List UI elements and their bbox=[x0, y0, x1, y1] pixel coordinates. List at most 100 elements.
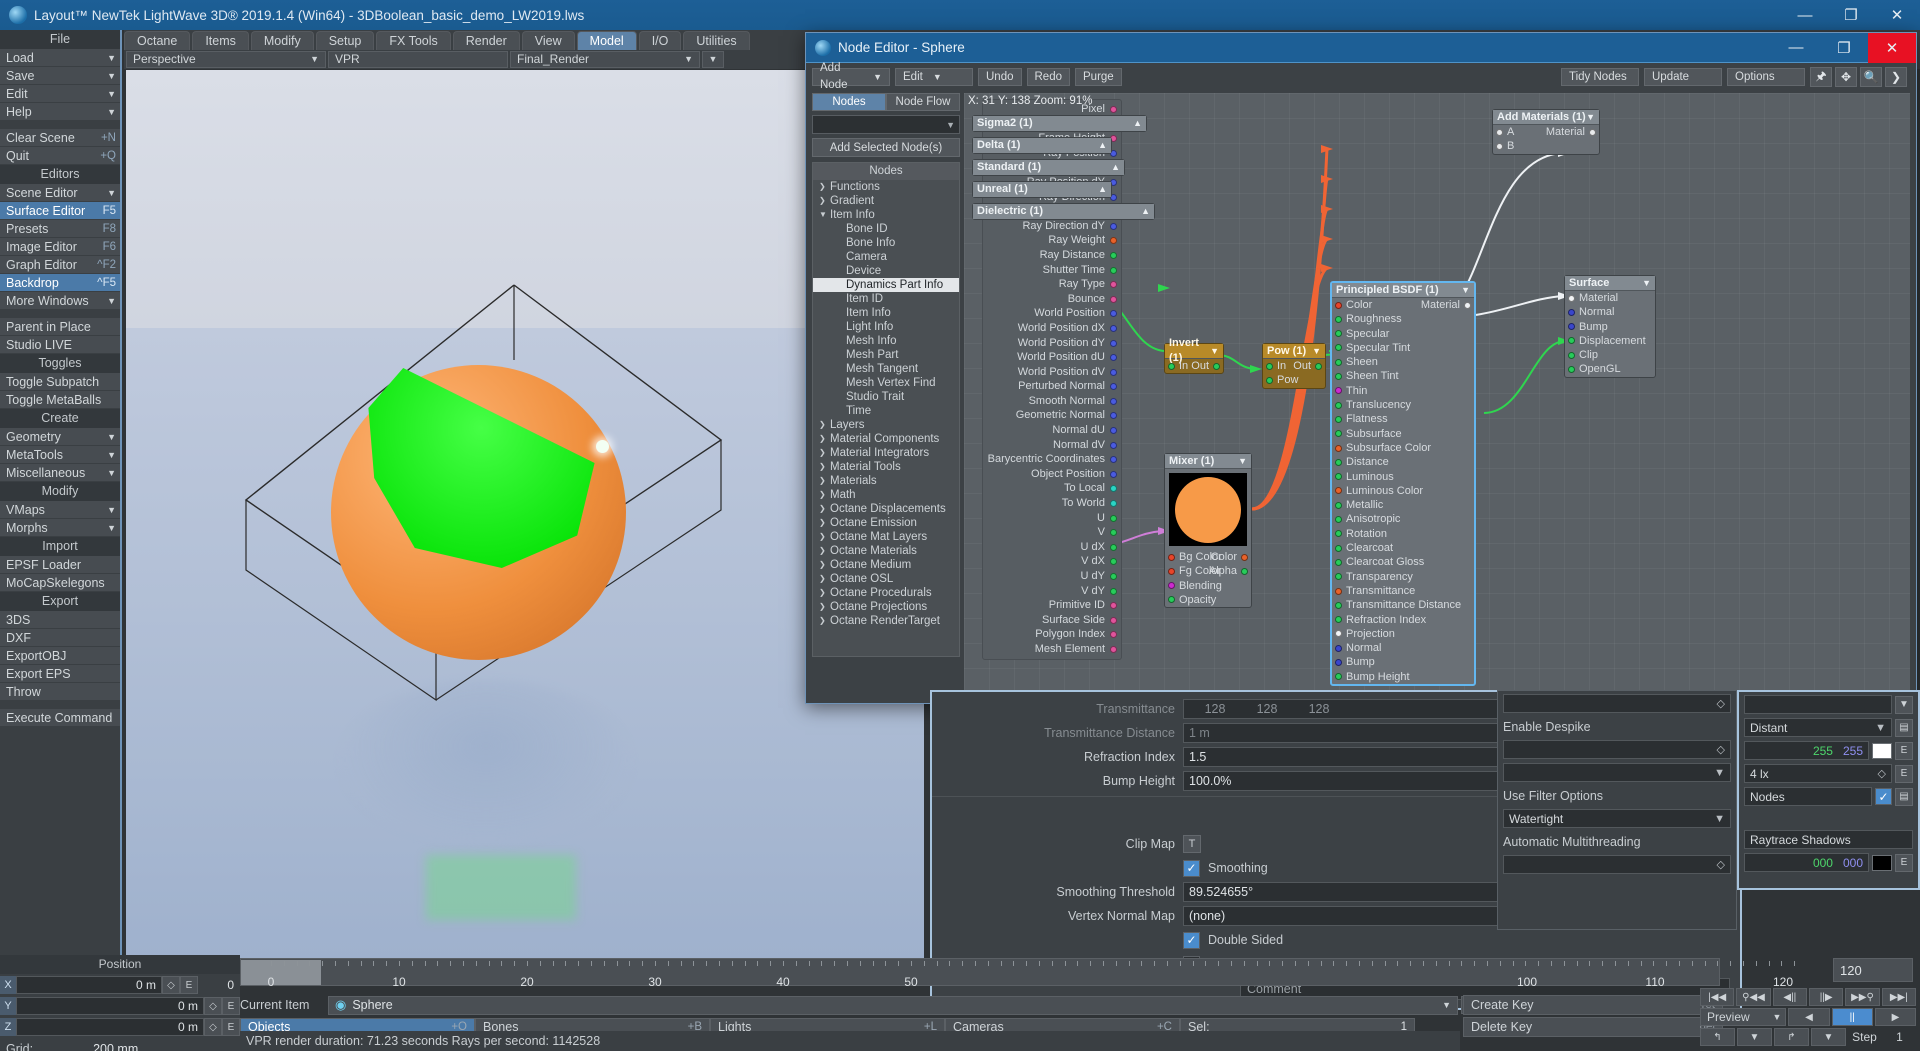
tree-item-mesh-tangent[interactable]: Mesh Tangent bbox=[813, 362, 959, 376]
port-dot[interactable] bbox=[1110, 529, 1117, 537]
tree-item-gradient[interactable]: ❯ Gradient bbox=[813, 194, 959, 208]
input-port-u[interactable]: U bbox=[983, 511, 1121, 526]
surface-port-clip[interactable]: Clip bbox=[1565, 348, 1655, 362]
port-dot[interactable] bbox=[1241, 553, 1248, 561]
mixer-port-opacity[interactable]: Opacity bbox=[1165, 593, 1251, 607]
chevron-right-icon[interactable]: ❯ bbox=[819, 600, 830, 614]
port-dot[interactable] bbox=[1110, 543, 1117, 551]
node-editor-minimize-button[interactable]: — bbox=[1772, 33, 1820, 63]
port-dot[interactable] bbox=[1335, 458, 1342, 466]
input-port-shutter-time[interactable]: Shutter Time bbox=[983, 263, 1121, 278]
node-editor-toolbar[interactable]: Add Node ▼ Edit ▼ Undo Redo Purge Tidy N… bbox=[806, 62, 1916, 91]
left-menu-item-image-editor[interactable]: Image Editor F6 bbox=[0, 238, 120, 256]
node-browser-panel[interactable]: Nodes Node Flow ▼ Add Selected Node(s) No… bbox=[812, 93, 960, 698]
key-prev-icon[interactable]: ↰ bbox=[1700, 1028, 1735, 1046]
axis-toggle-x[interactable]: X bbox=[0, 976, 16, 994]
port-dot[interactable] bbox=[1335, 573, 1342, 581]
stepper-arrows-icon[interactable]: ◇ bbox=[1717, 697, 1725, 710]
principled-port-translucency[interactable]: Translucency bbox=[1332, 398, 1474, 412]
stepper-arrows-icon[interactable]: ◇ bbox=[162, 976, 180, 994]
left-menu-item-dxf[interactable]: DXF bbox=[0, 629, 120, 647]
chevron-right-icon[interactable]: ❯ bbox=[819, 572, 830, 586]
port-dot[interactable] bbox=[1110, 558, 1117, 566]
despike-strength-row[interactable]: ◇ bbox=[1503, 739, 1731, 760]
tree-item-item-id[interactable]: Item ID bbox=[813, 292, 959, 306]
input-port-world-position[interactable]: World Position bbox=[983, 306, 1121, 321]
tab-items[interactable]: Items bbox=[192, 31, 249, 50]
port-dot[interactable] bbox=[1168, 567, 1175, 575]
port-dot[interactable] bbox=[1110, 514, 1117, 522]
tree-item-mesh-vertex-find[interactable]: Mesh Vertex Find bbox=[813, 376, 959, 390]
input-port-ray-distance[interactable]: Ray Distance bbox=[983, 248, 1121, 263]
port-dot[interactable] bbox=[1110, 412, 1117, 420]
left-menu-item-execute-command[interactable]: Execute Command bbox=[0, 709, 120, 727]
keyframe-buttons[interactable]: Create Key ret Delete Key del bbox=[1463, 995, 1723, 1039]
input-port-to-world[interactable]: To World bbox=[983, 496, 1121, 511]
input-port-primitive-id[interactable]: Primitive ID bbox=[983, 598, 1121, 613]
raytrace-shadows-dropdown[interactable]: Raytrace Shadows bbox=[1744, 830, 1913, 849]
node-header[interactable]: Delta (1) ▲ bbox=[973, 138, 1111, 153]
input-port-surface-side[interactable]: Surface Side bbox=[983, 613, 1121, 628]
transport-button[interactable]: ▶▶| bbox=[1881, 988, 1916, 1006]
chevron-right-icon[interactable]: ❯ bbox=[819, 460, 830, 474]
pin-icon[interactable]: 🖈 bbox=[1810, 67, 1832, 87]
tree-item-device[interactable]: Device bbox=[813, 264, 959, 278]
transport-button[interactable]: |◀◀ bbox=[1700, 988, 1735, 1006]
port-dot[interactable] bbox=[1110, 485, 1117, 493]
left-menu-item-clear-scene[interactable]: Clear Scene +N bbox=[0, 129, 120, 147]
tree-item-octane-materials[interactable]: ❯ Octane Materials bbox=[813, 544, 959, 558]
render-options-panel[interactable]: ◇ Enable Despike ◇ ▼ Use Filter Options … bbox=[1497, 690, 1737, 930]
axis-row-z[interactable]: Z0 m ◇ E bbox=[0, 1017, 240, 1037]
filter-dropdown-row[interactable]: ▼ bbox=[1503, 762, 1731, 783]
tree-item-octane-rendertarget[interactable]: ❯ Octane RenderTarget bbox=[813, 614, 959, 628]
left-menu-item-quit[interactable]: Quit +Q bbox=[0, 147, 120, 165]
thread-count-field[interactable]: ◇ bbox=[1503, 855, 1731, 874]
input-port-polygon-index[interactable]: Polygon Index bbox=[983, 627, 1121, 642]
principled-port-transmittance[interactable]: Transmittance bbox=[1332, 584, 1474, 598]
input-port-geometric-normal[interactable]: Geometric Normal bbox=[983, 408, 1121, 423]
port-dot[interactable] bbox=[1168, 596, 1175, 604]
port-dot[interactable] bbox=[1110, 354, 1117, 362]
collapsed-node-delta-1-[interactable]: Delta (1) ▲ bbox=[972, 137, 1112, 154]
light-intensity-field[interactable]: 4 lx ◇ bbox=[1744, 764, 1892, 783]
port-dot[interactable] bbox=[1589, 128, 1596, 136]
node-graph-canvas[interactable]: X: 31 Y: 138 Zoom: 91% Pixel Ray Directi… bbox=[964, 93, 1910, 698]
port-dot[interactable] bbox=[1335, 301, 1342, 309]
axis-row-y[interactable]: Y0 m ◇ E bbox=[0, 996, 240, 1016]
principled-port-bump-height[interactable]: Bump Height bbox=[1332, 670, 1474, 684]
port-dot[interactable] bbox=[1335, 358, 1342, 366]
node-editor-window-controls[interactable]: — ❐ ✕ bbox=[1772, 32, 1916, 63]
chevron-down-icon[interactable]: ▼ bbox=[819, 208, 830, 222]
port-dot[interactable] bbox=[1110, 368, 1117, 376]
left-menu-item-help[interactable]: Help ▼ bbox=[0, 103, 120, 121]
port-dot[interactable] bbox=[1568, 351, 1575, 359]
chevron-right-icon[interactable]: ❯ bbox=[819, 586, 830, 600]
light-nodes-row[interactable]: Nodes ✓ ▤ bbox=[1744, 786, 1913, 807]
port-dot[interactable] bbox=[1110, 500, 1117, 508]
port-dot[interactable] bbox=[1335, 644, 1342, 652]
port-dot[interactable] bbox=[1568, 294, 1575, 302]
add-materials-node-header[interactable]: Add Materials (1) ▼ bbox=[1493, 110, 1599, 125]
principled-port-clearcoat[interactable]: Clearcoat bbox=[1332, 541, 1474, 555]
light-intensity-row[interactable]: 4 lx ◇ E bbox=[1744, 763, 1913, 784]
surface-port-normal[interactable]: Normal bbox=[1565, 305, 1655, 319]
viewport-extra-dropdown[interactable]: ▼ bbox=[702, 51, 724, 68]
port-dot[interactable] bbox=[1335, 616, 1342, 624]
pow-node-header[interactable]: Pow (1) ▼ bbox=[1263, 344, 1325, 359]
input-port-smooth-normal[interactable]: Smooth Normal bbox=[983, 394, 1121, 409]
node-header[interactable]: Dielectric (1) ▲ bbox=[973, 204, 1154, 219]
use-filter-options-row[interactable]: Use Filter Options bbox=[1503, 785, 1731, 806]
left-menu-item-exportobj[interactable]: ExportOBJ bbox=[0, 647, 120, 665]
tab-model[interactable]: Model bbox=[576, 31, 637, 50]
principled-port-rotation[interactable]: Rotation bbox=[1332, 527, 1474, 541]
principled-port-specular-tint[interactable]: Specular Tint bbox=[1332, 341, 1474, 355]
node-header[interactable]: Unreal (1) ▲ bbox=[973, 182, 1111, 197]
principled-port-luminous[interactable]: Luminous bbox=[1332, 470, 1474, 484]
play-forward-button[interactable]: ▶ bbox=[1874, 1008, 1917, 1026]
chevron-right-icon[interactable]: ❯ bbox=[819, 180, 830, 194]
add-selected-nodes-button[interactable]: Add Selected Node(s) bbox=[812, 138, 960, 157]
tree-item-dynamics-part-info[interactable]: Dynamics Part Info bbox=[813, 278, 959, 292]
left-menu-item-load[interactable]: Load ▼ bbox=[0, 49, 120, 67]
left-menu-item-export-eps[interactable]: Export EPS bbox=[0, 665, 120, 683]
left-menu-item-mocapskelegons[interactable]: MoCapSkelegons bbox=[0, 574, 120, 592]
